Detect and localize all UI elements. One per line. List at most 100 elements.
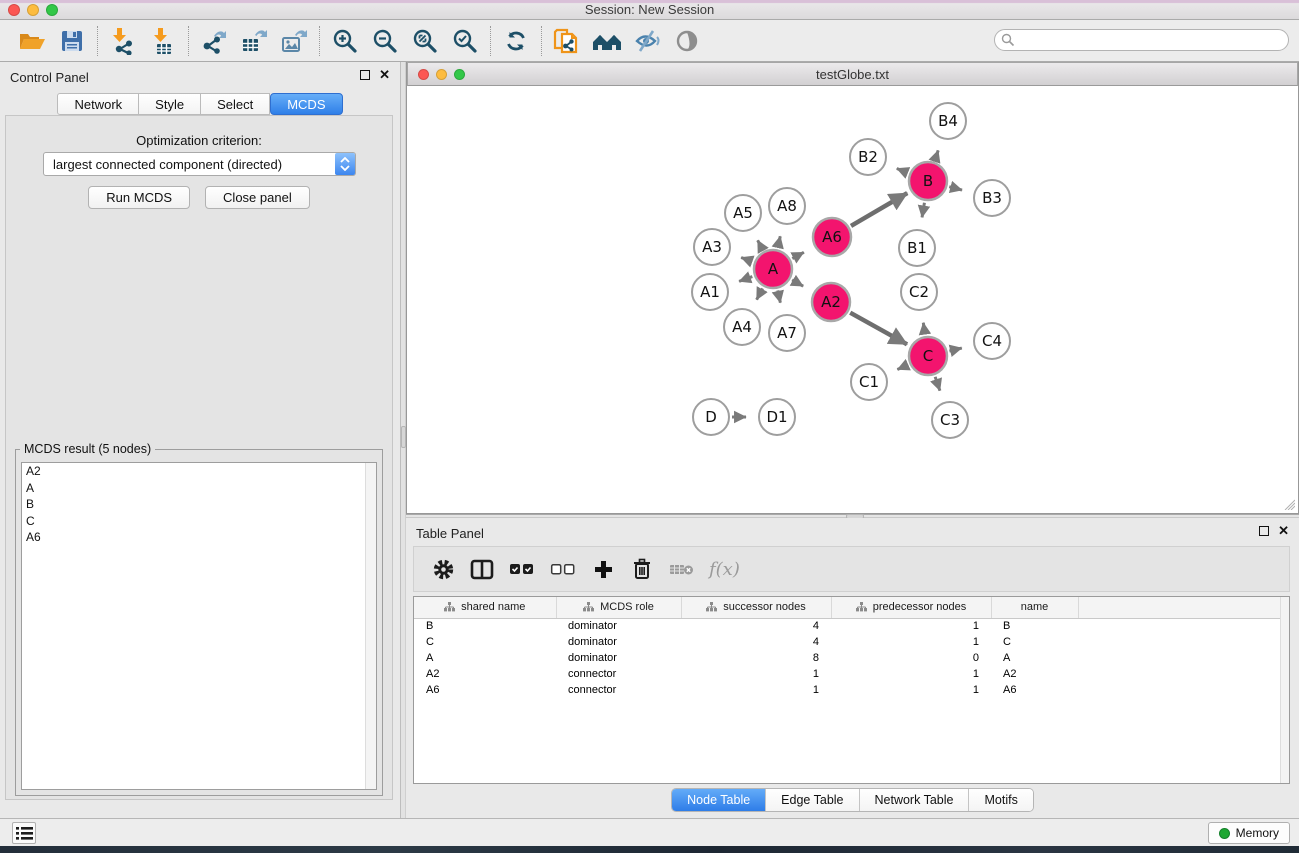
graph-node-A1[interactable]: A1: [692, 274, 728, 310]
graph-edge-C-C2[interactable]: [923, 323, 925, 335]
column-header-successor-nodes[interactable]: successor nodes: [681, 597, 831, 618]
criterion-dropdown[interactable]: largest connected component (directed): [43, 152, 356, 176]
result-list-item[interactable]: A: [22, 480, 376, 497]
graph-node-A[interactable]: A: [754, 250, 792, 288]
column-header-predecessor-nodes[interactable]: predecessor nodes: [831, 597, 991, 618]
graph-node-D1[interactable]: D1: [759, 399, 795, 435]
export-table-icon[interactable]: [234, 24, 274, 58]
table-cell[interactable]: 4: [681, 618, 831, 634]
graph-node-C4[interactable]: C4: [974, 323, 1010, 359]
graph-edge-A-A4[interactable]: [757, 288, 763, 299]
table-row[interactable]: Adominator80A: [414, 650, 1284, 666]
graph-node-D[interactable]: D: [693, 399, 729, 435]
table-cell[interactable]: 0: [831, 650, 991, 666]
column-header-shared-name[interactable]: shared name: [414, 597, 556, 618]
delete-table-icon[interactable]: [669, 554, 694, 584]
close-panel-button[interactable]: Close panel: [205, 186, 310, 209]
graph-edge-A-A6[interactable]: [792, 252, 804, 258]
zoom-out-icon[interactable]: [365, 24, 405, 58]
table-row[interactable]: Bdominator41B: [414, 618, 1284, 634]
table-cell[interactable]: 1: [681, 682, 831, 698]
table-cell[interactable]: 8: [681, 650, 831, 666]
graph-node-C1[interactable]: C1: [851, 364, 887, 400]
graph-edge-A6-B[interactable]: [851, 193, 907, 226]
graph-edge-A-A5[interactable]: [758, 240, 763, 249]
table-cell[interactable]: A: [991, 650, 1078, 666]
graph-edge-B-B2[interactable]: [897, 169, 908, 173]
table-cell[interactable]: dominator: [556, 618, 681, 634]
result-list-item[interactable]: B: [22, 496, 376, 513]
tab-node-table[interactable]: Node Table: [672, 789, 765, 811]
table-cell[interactable]: 1: [831, 666, 991, 682]
search-input[interactable]: [994, 29, 1289, 51]
graph-node-A4[interactable]: A4: [724, 309, 760, 345]
graph-node-C3[interactable]: C3: [932, 402, 968, 438]
float-panel-icon[interactable]: [1259, 526, 1269, 536]
hide-selected-icon[interactable]: [627, 24, 667, 58]
graph-edge-C-C4[interactable]: [949, 348, 961, 351]
tab-network[interactable]: Network: [57, 93, 139, 115]
table-cell[interactable]: A6: [991, 682, 1078, 698]
graph-node-A5[interactable]: A5: [725, 195, 761, 231]
close-panel-icon[interactable]: ✕: [1278, 526, 1289, 536]
table-row[interactable]: Cdominator41C: [414, 634, 1284, 650]
first-neighbors-icon[interactable]: [587, 24, 627, 58]
graph-edge-A-A7[interactable]: [778, 290, 781, 302]
graph-node-C[interactable]: C: [909, 337, 947, 375]
graph-node-C2[interactable]: C2: [901, 274, 937, 310]
table-cell[interactable]: dominator: [556, 650, 681, 666]
graph-edge-B-B4[interactable]: [935, 150, 938, 160]
export-image-icon[interactable]: [274, 24, 314, 58]
tab-network-table[interactable]: Network Table: [859, 789, 969, 811]
zoom-selected-icon[interactable]: [445, 24, 485, 58]
graph-node-B1[interactable]: B1: [899, 230, 935, 266]
tab-motifs[interactable]: Motifs: [968, 789, 1032, 811]
table-cell[interactable]: B: [414, 618, 556, 634]
table-cell[interactable]: A2: [991, 666, 1078, 682]
table-cell[interactable]: dominator: [556, 634, 681, 650]
table-settings-icon[interactable]: [431, 554, 455, 584]
graph-node-B2[interactable]: B2: [850, 139, 886, 175]
tab-style[interactable]: Style: [139, 93, 201, 115]
graph-edge-A-A8[interactable]: [778, 236, 781, 247]
zoom-in-icon[interactable]: [325, 24, 365, 58]
table-cell[interactable]: connector: [556, 682, 681, 698]
graph-edge-A-A1[interactable]: [739, 277, 752, 282]
refresh-icon[interactable]: [496, 24, 536, 58]
function-builder-icon[interactable]: f(x): [709, 554, 740, 584]
graph-node-A3[interactable]: A3: [694, 229, 730, 265]
table-cell[interactable]: connector: [556, 666, 681, 682]
zoom-fit-icon[interactable]: [405, 24, 445, 58]
split-view-icon[interactable]: [470, 554, 494, 584]
result-list-item[interactable]: C: [22, 513, 376, 530]
graph-edge-A-A3[interactable]: [741, 258, 752, 262]
clone-network-icon[interactable]: [547, 24, 587, 58]
graph-edge-A-A2[interactable]: [792, 280, 803, 286]
table-cell[interactable]: 1: [831, 682, 991, 698]
table-cell[interactable]: 1: [681, 666, 831, 682]
graph-node-B3[interactable]: B3: [974, 180, 1010, 216]
table-row[interactable]: A6connector11A6: [414, 682, 1284, 698]
graph-node-B[interactable]: B: [909, 162, 947, 200]
table-cell[interactable]: A6: [414, 682, 556, 698]
column-header-name[interactable]: name: [991, 597, 1078, 618]
graph-node-A7[interactable]: A7: [769, 315, 805, 351]
table-cell[interactable]: C: [991, 634, 1078, 650]
float-panel-icon[interactable]: [360, 70, 370, 80]
memory-button[interactable]: Memory: [1208, 822, 1290, 844]
save-session-icon[interactable]: [52, 24, 92, 58]
add-column-icon[interactable]: [591, 554, 615, 584]
result-list-scrollbar[interactable]: [365, 463, 376, 789]
table-cell[interactable]: C: [414, 634, 556, 650]
table-cell[interactable]: A: [414, 650, 556, 666]
table-cell[interactable]: 1: [831, 618, 991, 634]
table-cell[interactable]: B: [991, 618, 1078, 634]
task-history-button[interactable]: [12, 822, 36, 844]
graph-edge-C-C3[interactable]: [935, 377, 940, 391]
deselect-all-icon[interactable]: [550, 554, 576, 584]
tab-mcds[interactable]: MCDS: [270, 93, 342, 115]
tab-edge-table[interactable]: Edge Table: [765, 789, 858, 811]
close-panel-icon[interactable]: ✕: [379, 70, 390, 80]
export-network-icon[interactable]: [194, 24, 234, 58]
table-cell[interactable]: A2: [414, 666, 556, 682]
